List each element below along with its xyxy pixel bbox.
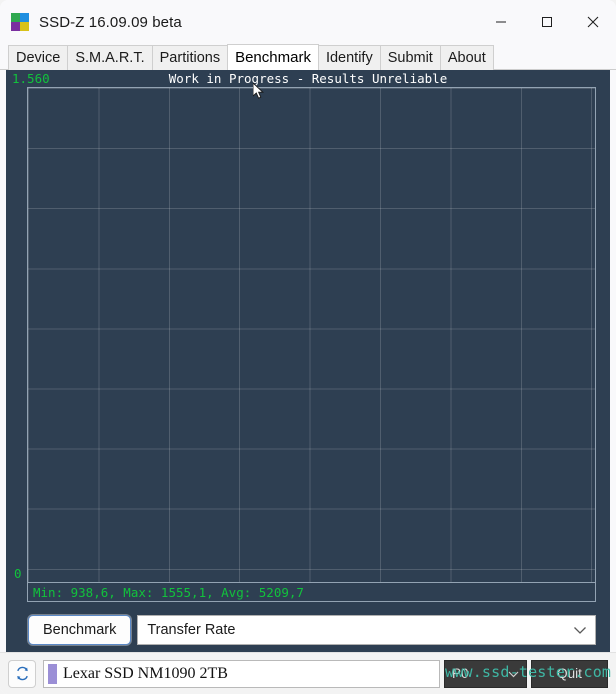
y-axis-min-label: 0	[14, 566, 22, 581]
ssdz-logo-icon	[11, 13, 29, 31]
title-bar[interactable]: SSD-Z 16.09.09 beta	[0, 0, 616, 44]
window-controls	[478, 0, 616, 44]
device-accent-bar	[48, 663, 57, 684]
refresh-icon[interactable]	[8, 659, 36, 688]
benchmark-panel: 1.560 Work in Progress - Results Unrelia…	[6, 70, 610, 608]
tab-device[interactable]: Device	[8, 45, 69, 70]
maximize-icon[interactable]	[524, 0, 570, 44]
tab-smart[interactable]: S.M.A.R.T.	[67, 45, 153, 70]
minimize-icon[interactable]	[478, 0, 524, 44]
benchmark-mode-select[interactable]: Transfer Rate	[137, 615, 596, 645]
port-select[interactable]: P0	[444, 659, 527, 688]
tab-about[interactable]: About	[439, 45, 494, 70]
chevron-down-icon	[508, 666, 519, 681]
benchmark-graph: 1.560 Work in Progress - Results Unrelia…	[6, 70, 610, 608]
device-name: Lexar SSD NM1090 2TB	[63, 664, 228, 682]
tab-submit[interactable]: Submit	[379, 45, 441, 70]
device-select[interactable]: Lexar SSD NM1090 2TB	[43, 659, 440, 688]
stats-text: Min: 938,6, Max: 1555,1, Avg: 5209,7	[33, 584, 304, 600]
close-icon[interactable]	[570, 0, 616, 44]
status-bar: Lexar SSD NM1090 2TB P0 Quit	[0, 652, 616, 694]
plot-area[interactable]	[27, 87, 596, 583]
window-title: SSD-Z 16.09.09 beta	[39, 13, 182, 31]
benchmark-mode-value: Transfer Rate	[147, 622, 236, 638]
tab-benchmark[interactable]: Benchmark	[227, 44, 319, 70]
tab-partitions[interactable]: Partitions	[151, 45, 229, 70]
benchmark-controls: Benchmark Transfer Rate	[6, 608, 610, 652]
stats-bar: Min: 938,6, Max: 1555,1, Avg: 5209,7	[27, 583, 596, 602]
benchmark-button[interactable]: Benchmark	[28, 615, 132, 645]
quit-button[interactable]: Quit	[531, 659, 608, 688]
tab-bar: Device S.M.A.R.T. Partitions Benchmark I…	[0, 44, 616, 70]
chevron-down-icon	[573, 626, 587, 635]
port-value: P0	[452, 666, 469, 681]
app-window: SSD-Z 16.09.09 beta Device S.M.A.R.T. Pa…	[0, 0, 616, 694]
tab-identify[interactable]: Identify	[317, 45, 381, 70]
work-in-progress-banner: Work in Progress - Results Unreliable	[168, 71, 448, 86]
